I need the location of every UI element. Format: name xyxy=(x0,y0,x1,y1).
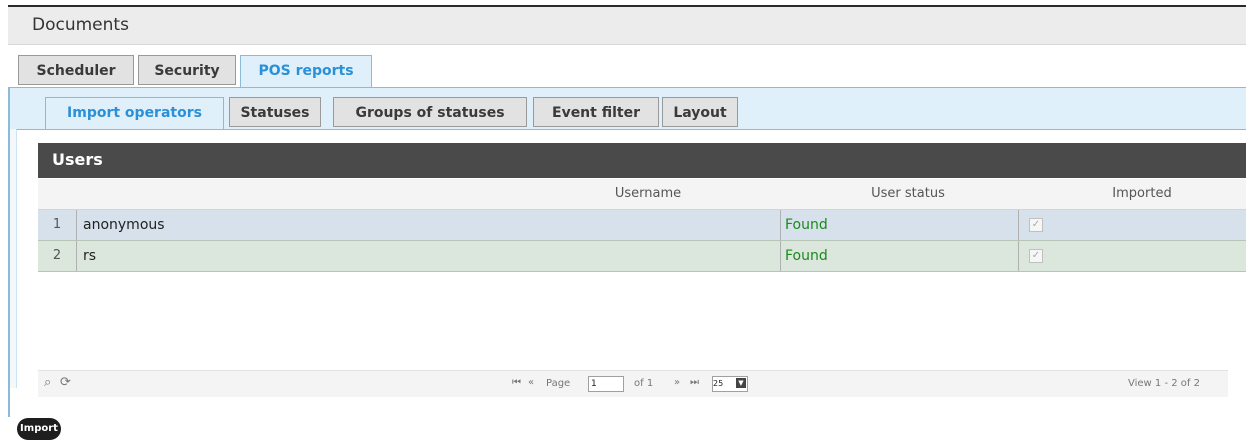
imported-checkbox: ✓ xyxy=(1029,218,1043,232)
table-row[interactable]: 1 anonymous Found ✓ xyxy=(38,210,1246,241)
tab-import-operators[interactable]: Import operators xyxy=(45,97,224,130)
view-range-text: View 1 - 2 of 2 xyxy=(1128,378,1200,389)
tab-security[interactable]: Security xyxy=(138,55,236,85)
next-page-icon[interactable]: » xyxy=(674,377,680,388)
tab-statuses[interactable]: Statuses xyxy=(229,97,321,127)
page-title: Documents xyxy=(32,15,129,35)
tab-layout[interactable]: Layout xyxy=(662,97,738,127)
username-cell: rs xyxy=(83,248,97,264)
refresh-icon[interactable]: ⟳ xyxy=(60,375,71,390)
page-number-input[interactable]: 1 xyxy=(588,376,624,392)
tab-groups-of-statuses[interactable]: Groups of statuses xyxy=(333,97,527,127)
chevron-down-icon: ▼ xyxy=(736,378,746,388)
grid-pager: ⌕ ⟳ ⏮ « Page 1 of 1 » ⏭ 25 ▼ View 1 - 2 … xyxy=(38,370,1228,397)
column-header-user-status[interactable]: User status xyxy=(798,186,1018,201)
imported-checkbox: ✓ xyxy=(1029,249,1043,263)
imported-cell: ✓ xyxy=(1018,210,1246,240)
users-grid-title: Users xyxy=(38,143,1246,178)
user-status-cell: Found xyxy=(780,241,1020,271)
page-of-label: of 1 xyxy=(634,378,654,389)
username-cell: anonymous xyxy=(83,217,165,233)
row-number: 2 xyxy=(38,241,77,271)
import-button[interactable]: Import xyxy=(17,418,61,440)
first-page-icon[interactable]: ⏮ xyxy=(512,377,521,388)
row-number: 1 xyxy=(38,210,77,240)
prev-page-icon[interactable]: « xyxy=(528,377,534,388)
table-row[interactable]: 2 rs Found ✓ xyxy=(38,241,1246,272)
user-status-cell: Found xyxy=(780,210,1020,240)
column-header-imported[interactable]: Imported xyxy=(1038,186,1246,201)
grid-title-text: Users xyxy=(52,150,103,169)
page-size-select[interactable]: 25 ▼ xyxy=(712,376,748,392)
page-size-value: 25 xyxy=(713,379,724,388)
search-icon[interactable]: ⌕ xyxy=(44,375,51,390)
tab-pos-reports[interactable]: POS reports xyxy=(240,55,372,88)
tab-scheduler[interactable]: Scheduler xyxy=(18,55,134,85)
last-page-icon[interactable]: ⏭ xyxy=(690,377,699,388)
imported-cell: ✓ xyxy=(1018,241,1246,271)
app-header: Documents xyxy=(8,7,1246,45)
column-header-row: Username User status Imported xyxy=(38,179,1246,210)
tab-event-filter[interactable]: Event filter xyxy=(533,97,659,127)
column-header-username[interactable]: Username xyxy=(538,186,758,201)
page-label: Page xyxy=(546,378,571,389)
